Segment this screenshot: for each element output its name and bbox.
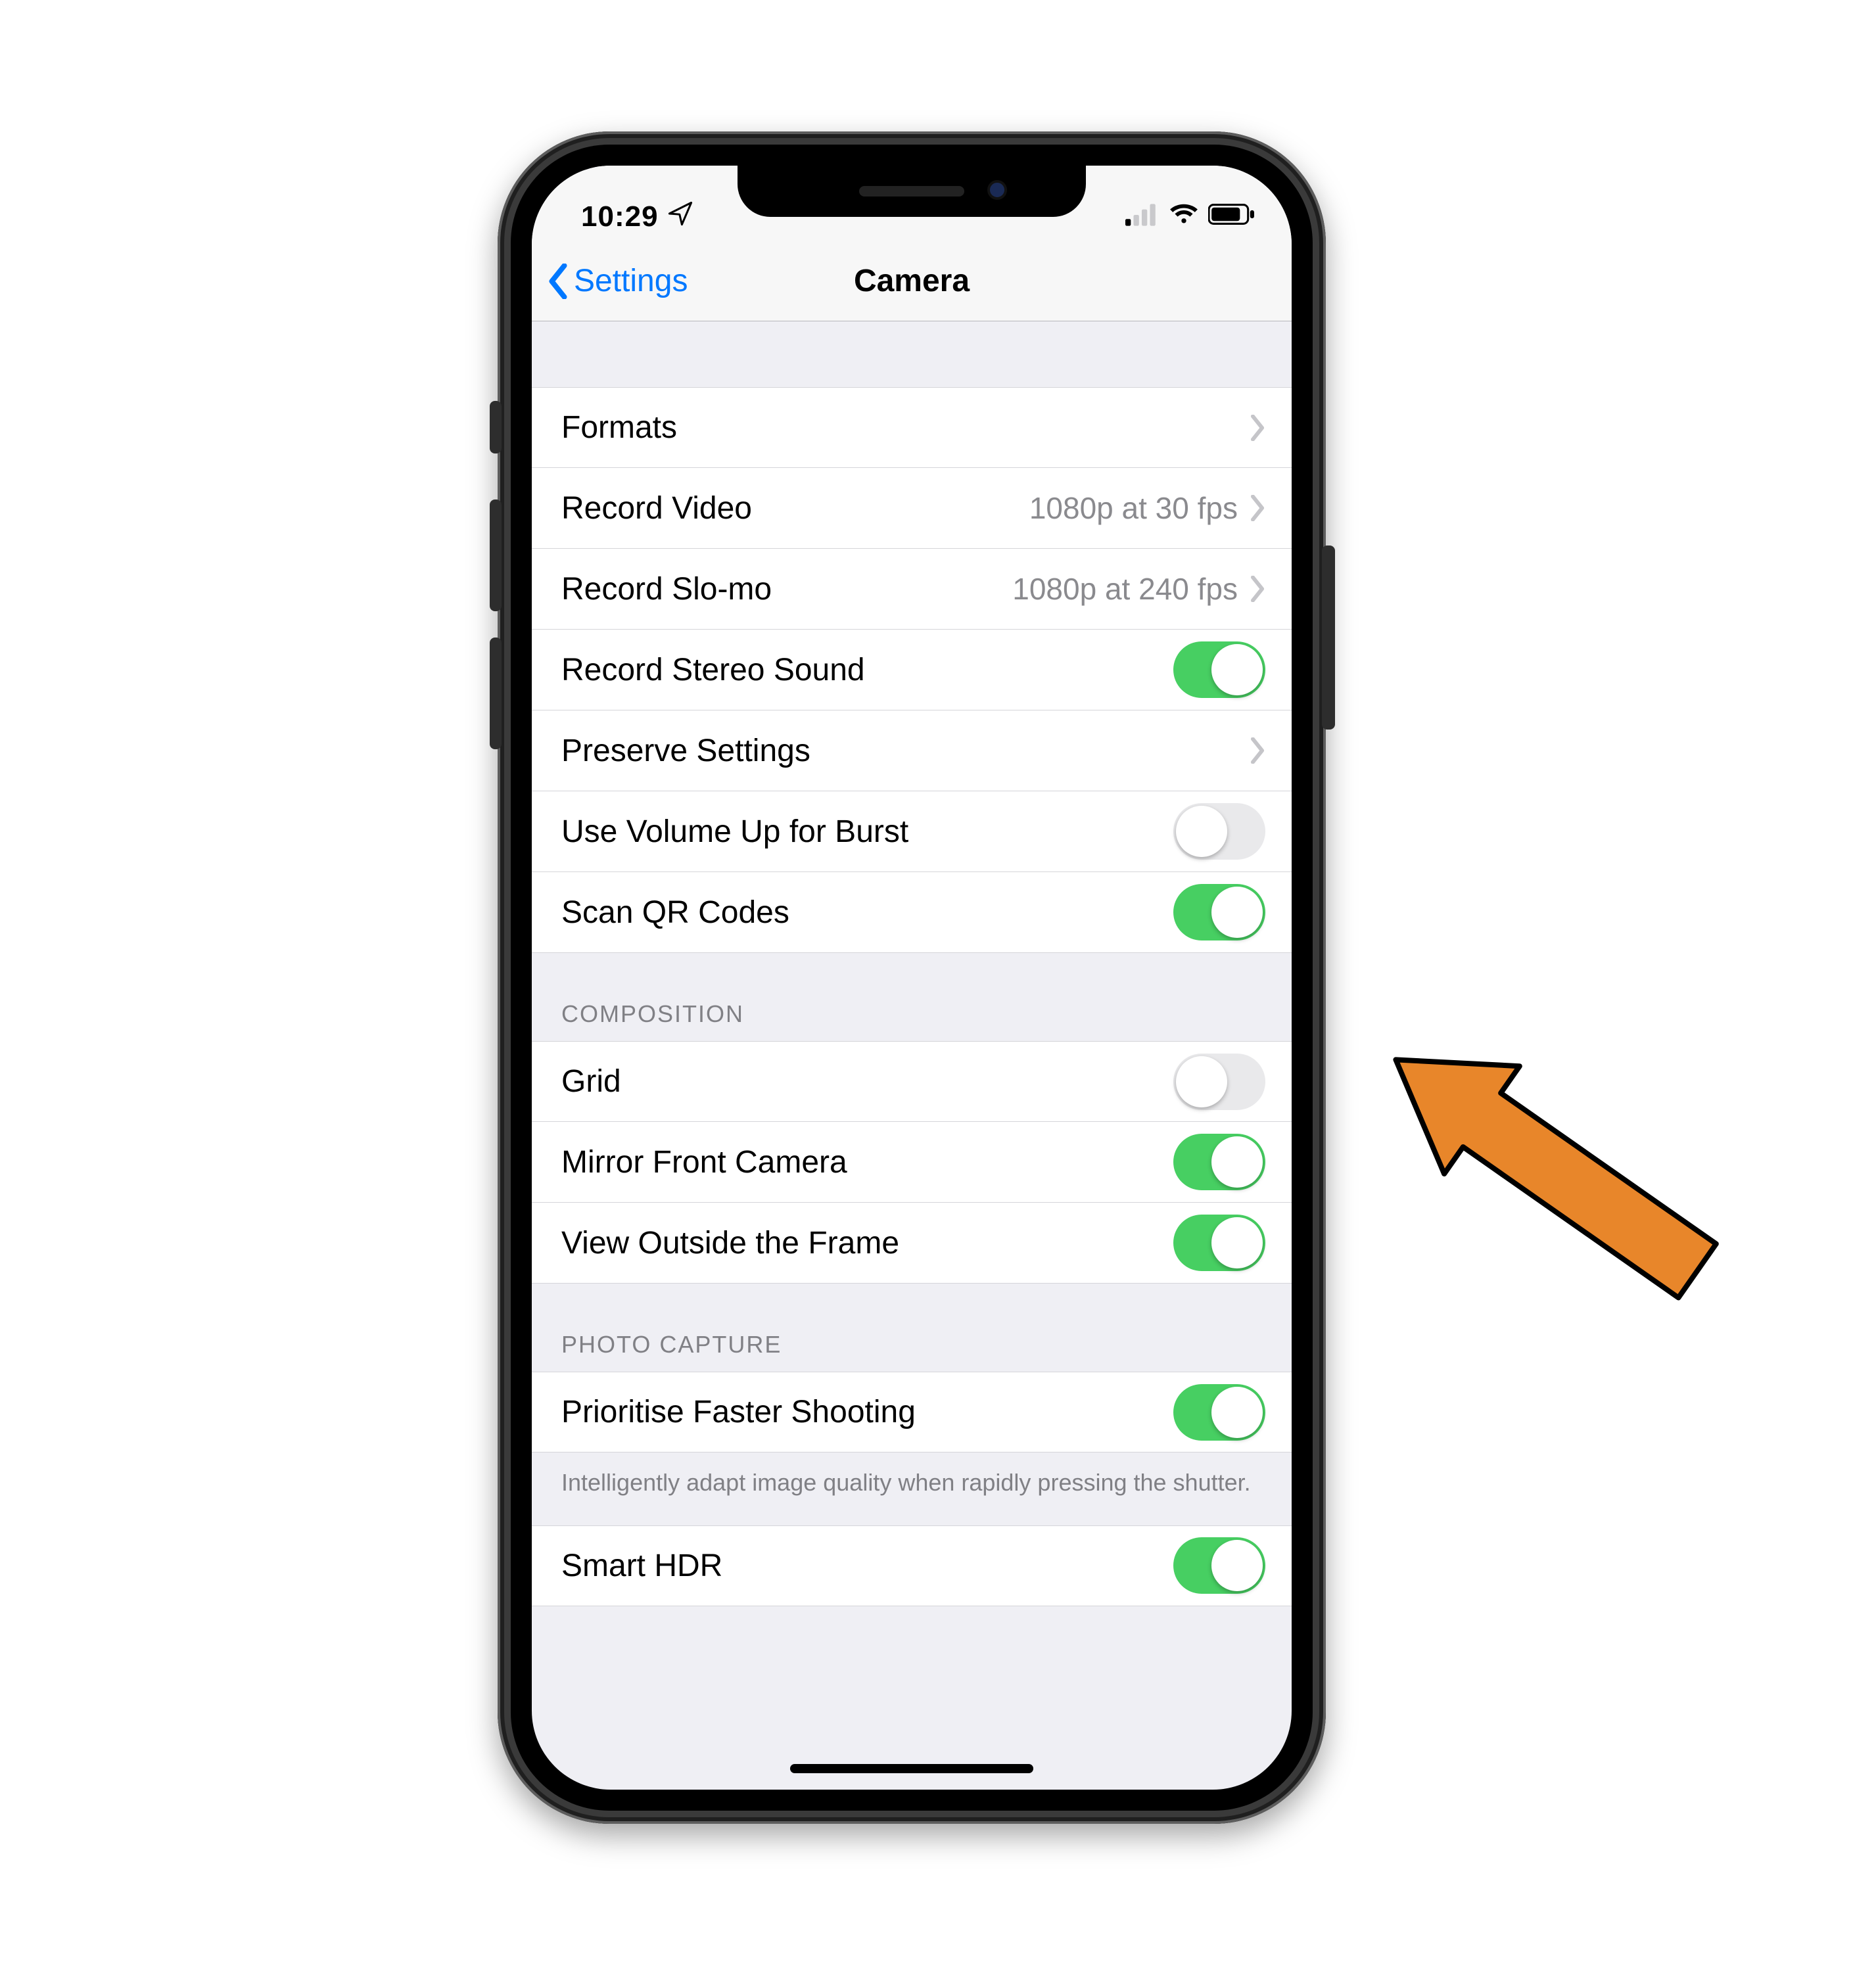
page-title: Camera (854, 263, 970, 299)
status-time: 10:29 (581, 200, 659, 233)
mirror-front-camera-row: Mirror Front Camera (532, 1122, 1292, 1203)
cellular-signal-icon (1125, 200, 1160, 233)
side-power-button[interactable] (1322, 545, 1335, 730)
chevron-right-icon (1250, 737, 1265, 764)
mute-switch-button[interactable] (490, 401, 502, 453)
row-label: Prioritise Faster Shooting (561, 1394, 1173, 1430)
front-camera-lens (987, 180, 1007, 200)
stereo-sound-toggle[interactable] (1173, 641, 1265, 698)
smart-hdr-section: Smart HDR (532, 1525, 1292, 1606)
battery-icon (1208, 200, 1255, 233)
row-label: Record Video (561, 490, 1029, 526)
general-section: Formats Record Video 1080p at 30 fps Rec… (532, 387, 1292, 953)
grid-row: Grid (532, 1041, 1292, 1122)
record-video-row[interactable]: Record Video 1080p at 30 fps (532, 468, 1292, 549)
formats-row[interactable]: Formats (532, 387, 1292, 468)
faster-shooting-footer: Intelligently adapt image quality when r… (532, 1452, 1292, 1525)
grid-toggle[interactable] (1173, 1054, 1265, 1110)
volume-up-button[interactable] (490, 499, 502, 611)
scan-qr-toggle[interactable] (1173, 884, 1265, 940)
phone-screen: 10:29 (532, 166, 1292, 1790)
preserve-settings-row[interactable]: Preserve Settings (532, 710, 1292, 791)
row-label: View Outside the Frame (561, 1225, 1173, 1261)
prioritise-faster-shooting-row: Prioritise Faster Shooting (532, 1372, 1292, 1452)
scan-qr-row: Scan QR Codes (532, 872, 1292, 953)
row-label: Mirror Front Camera (561, 1144, 1173, 1180)
stereo-sound-row: Record Stereo Sound (532, 630, 1292, 710)
row-value: 1080p at 240 fps (1012, 571, 1238, 607)
row-label: Scan QR Codes (561, 894, 1173, 931)
back-button-label: Settings (574, 263, 688, 299)
chevron-left-icon (546, 264, 570, 299)
location-services-icon (668, 200, 693, 233)
composition-section: Grid Mirror Front Camera View Outside th… (532, 1041, 1292, 1284)
row-label: Smart HDR (561, 1548, 1173, 1584)
iphone-device-frame: 10:29 (498, 131, 1326, 1824)
annotation-arrow (1328, 1012, 1755, 1288)
smart-hdr-toggle[interactable] (1173, 1537, 1265, 1594)
wifi-icon (1169, 200, 1199, 233)
row-label: Use Volume Up for Burst (561, 814, 1173, 850)
row-label: Record Slo-mo (561, 571, 1012, 607)
row-label: Formats (561, 409, 1250, 446)
volume-down-button[interactable] (490, 638, 502, 749)
mirror-front-camera-toggle[interactable] (1173, 1134, 1265, 1190)
volume-burst-row: Use Volume Up for Burst (532, 791, 1292, 872)
earpiece-speaker (859, 186, 964, 197)
home-indicator[interactable] (790, 1764, 1033, 1773)
navigation-bar: Settings Camera (532, 241, 1292, 321)
row-value: 1080p at 30 fps (1029, 490, 1238, 526)
row-label: Record Stereo Sound (561, 652, 1173, 688)
row-label: Preserve Settings (561, 733, 1250, 769)
display-notch (738, 166, 1086, 217)
photo-capture-header: PHOTO CAPTURE (532, 1284, 1292, 1372)
chevron-right-icon (1250, 495, 1265, 521)
prioritise-faster-shooting-toggle[interactable] (1173, 1384, 1265, 1441)
row-label: Grid (561, 1063, 1173, 1100)
chevron-right-icon (1250, 576, 1265, 602)
back-button[interactable]: Settings (546, 241, 688, 321)
view-outside-frame-row: View Outside the Frame (532, 1203, 1292, 1284)
volume-burst-toggle[interactable] (1173, 803, 1265, 860)
chevron-right-icon (1250, 415, 1265, 441)
photo-capture-section: Prioritise Faster Shooting (532, 1372, 1292, 1452)
section-spacer (532, 321, 1292, 387)
record-slomo-row[interactable]: Record Slo-mo 1080p at 240 fps (532, 549, 1292, 630)
composition-header: COMPOSITION (532, 953, 1292, 1041)
smart-hdr-row: Smart HDR (532, 1525, 1292, 1606)
view-outside-frame-toggle[interactable] (1173, 1215, 1265, 1271)
